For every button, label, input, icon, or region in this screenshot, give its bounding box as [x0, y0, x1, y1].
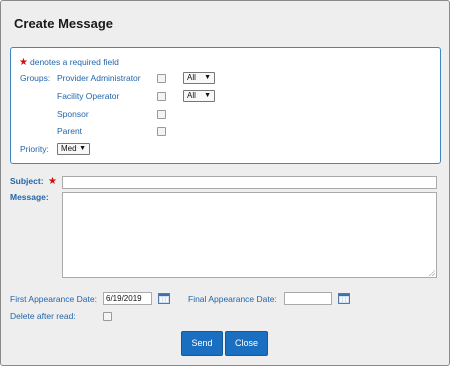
- group-select-facility-operator[interactable]: All ▼: [183, 90, 215, 102]
- calendar-icon[interactable]: [158, 293, 170, 304]
- final-appearance-label: Final Appearance Date:: [188, 294, 277, 304]
- chevron-down-icon: ▼: [79, 145, 86, 152]
- required-note: denotes a required field: [30, 57, 119, 67]
- group-select-facility-operator-value: All: [187, 91, 196, 100]
- close-button[interactable]: Close: [225, 331, 268, 356]
- priority-label: Priority:: [20, 144, 49, 154]
- chevron-down-icon: ▼: [204, 74, 211, 81]
- group-label-provider-administrator: Provider Administrator: [57, 73, 141, 83]
- first-appearance-value: 6/19/2019: [106, 294, 142, 303]
- subject-input[interactable]: [62, 176, 437, 189]
- group-select-provider-administrator-value: All: [187, 73, 196, 82]
- first-appearance-input[interactable]: 6/19/2019: [103, 292, 152, 305]
- group-checkbox-parent[interactable]: [157, 127, 166, 136]
- delete-after-read-label: Delete after read:: [10, 311, 76, 321]
- group-select-provider-administrator[interactable]: All ▼: [183, 72, 215, 84]
- group-label-sponsor: Sponsor: [57, 109, 89, 119]
- group-checkbox-sponsor[interactable]: [157, 110, 166, 119]
- final-appearance-input[interactable]: [284, 292, 332, 305]
- message-label: Message:: [10, 192, 49, 202]
- group-label-facility-operator: Facility Operator: [57, 91, 120, 101]
- group-label-parent: Parent: [57, 126, 83, 136]
- priority-select-value: Med: [61, 144, 77, 153]
- groups-label: Groups:: [20, 73, 51, 83]
- create-message-dialog: Create Message ★ denotes a required fiel…: [0, 0, 450, 366]
- groups-panel: ★ denotes a required field Groups: Provi…: [10, 47, 441, 164]
- subject-label: Subject:: [10, 176, 44, 186]
- delete-after-read-checkbox[interactable]: [103, 312, 112, 321]
- calendar-icon[interactable]: [338, 293, 350, 304]
- first-appearance-label: First Appearance Date:: [10, 294, 97, 304]
- send-button[interactable]: Send: [181, 331, 223, 356]
- message-textarea[interactable]: [62, 192, 437, 278]
- priority-select[interactable]: Med ▼: [57, 143, 90, 155]
- group-checkbox-facility-operator[interactable]: [157, 92, 166, 101]
- chevron-down-icon: ▼: [204, 92, 211, 99]
- subject-required-star-icon: ★: [48, 176, 57, 187]
- required-star-icon: ★: [19, 57, 28, 68]
- resize-handle-icon[interactable]: [429, 270, 435, 276]
- group-checkbox-provider-administrator[interactable]: [157, 74, 166, 83]
- dialog-title: Create Message: [14, 16, 113, 31]
